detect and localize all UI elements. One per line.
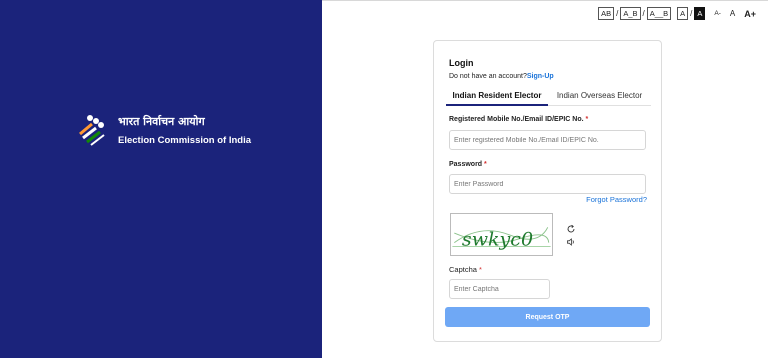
top-divider: [322, 0, 768, 1]
forgot-password-link[interactable]: Forgot Password?: [586, 195, 647, 204]
login-card: Login Do not have an account?Sign-Up Ind…: [433, 40, 662, 342]
tab-overseas-elector[interactable]: Indian Overseas Elector: [548, 89, 651, 106]
elector-tabs: Indian Resident Elector Indian Overseas …: [446, 89, 651, 106]
signup-link[interactable]: Sign-Up: [527, 73, 554, 80]
contrast-option-2[interactable]: A_B: [620, 7, 641, 20]
font-increase-button[interactable]: A+: [744, 9, 756, 19]
captcha-input[interactable]: [449, 279, 550, 299]
captcha-text: swkyc0: [462, 228, 533, 250]
captcha-field-label: Captcha *: [449, 265, 482, 274]
mobile-label-text: Registered Mobile No./Email ID/EPIC No.: [449, 116, 584, 123]
speaker-icon[interactable]: [566, 237, 576, 247]
brand-english-name: Election Commission of India: [118, 135, 252, 146]
contrast-option-1[interactable]: AB: [598, 7, 615, 20]
captcha-image: swkyc0: [450, 213, 553, 256]
font-normal-button[interactable]: A: [730, 9, 735, 18]
contrast-option-3[interactable]: A__B: [646, 7, 672, 20]
captcha-label-text: Captcha: [449, 265, 477, 274]
accessibility-toolbar: AB / A_B / A__B A / A A- A A+: [598, 7, 756, 20]
brand-panel: भारत निर्वाचन आयोग Election Commission o…: [0, 0, 322, 358]
brand-block: भारत निर्वाचन आयोग Election Commission o…: [76, 112, 251, 148]
request-otp-button[interactable]: Request OTP: [445, 307, 650, 327]
captcha-tools: [566, 224, 576, 247]
eci-logo-icon: [79, 115, 105, 146]
login-title: Login: [449, 58, 474, 68]
mobile-field-label: Registered Mobile No./Email ID/EPIC No. …: [449, 116, 588, 123]
password-label-text: Password: [449, 161, 483, 168]
separator: /: [616, 9, 619, 18]
brand-hindi-name: भारत निर्वाचन आयोग: [118, 115, 205, 128]
theme-dark-toggle[interactable]: A: [694, 7, 706, 20]
required-mark: *: [585, 116, 589, 123]
required-mark: *: [484, 161, 487, 168]
separator: /: [690, 9, 693, 18]
required-mark: *: [479, 265, 482, 274]
signup-prompt: Do not have an account?: [449, 73, 527, 80]
password-input[interactable]: [449, 174, 646, 194]
refresh-icon[interactable]: [566, 224, 576, 234]
tab-resident-elector[interactable]: Indian Resident Elector: [446, 89, 548, 106]
brand-text: भारत निर्वाचन आयोग Election Commission o…: [118, 114, 251, 146]
mobile-email-epic-input[interactable]: [449, 130, 646, 150]
password-field-label: Password *: [449, 161, 487, 168]
signup-line: Do not have an account?Sign-Up: [449, 73, 554, 80]
font-decrease-button[interactable]: A-: [714, 10, 721, 17]
theme-light-toggle[interactable]: A: [677, 7, 689, 20]
separator: /: [642, 9, 645, 18]
